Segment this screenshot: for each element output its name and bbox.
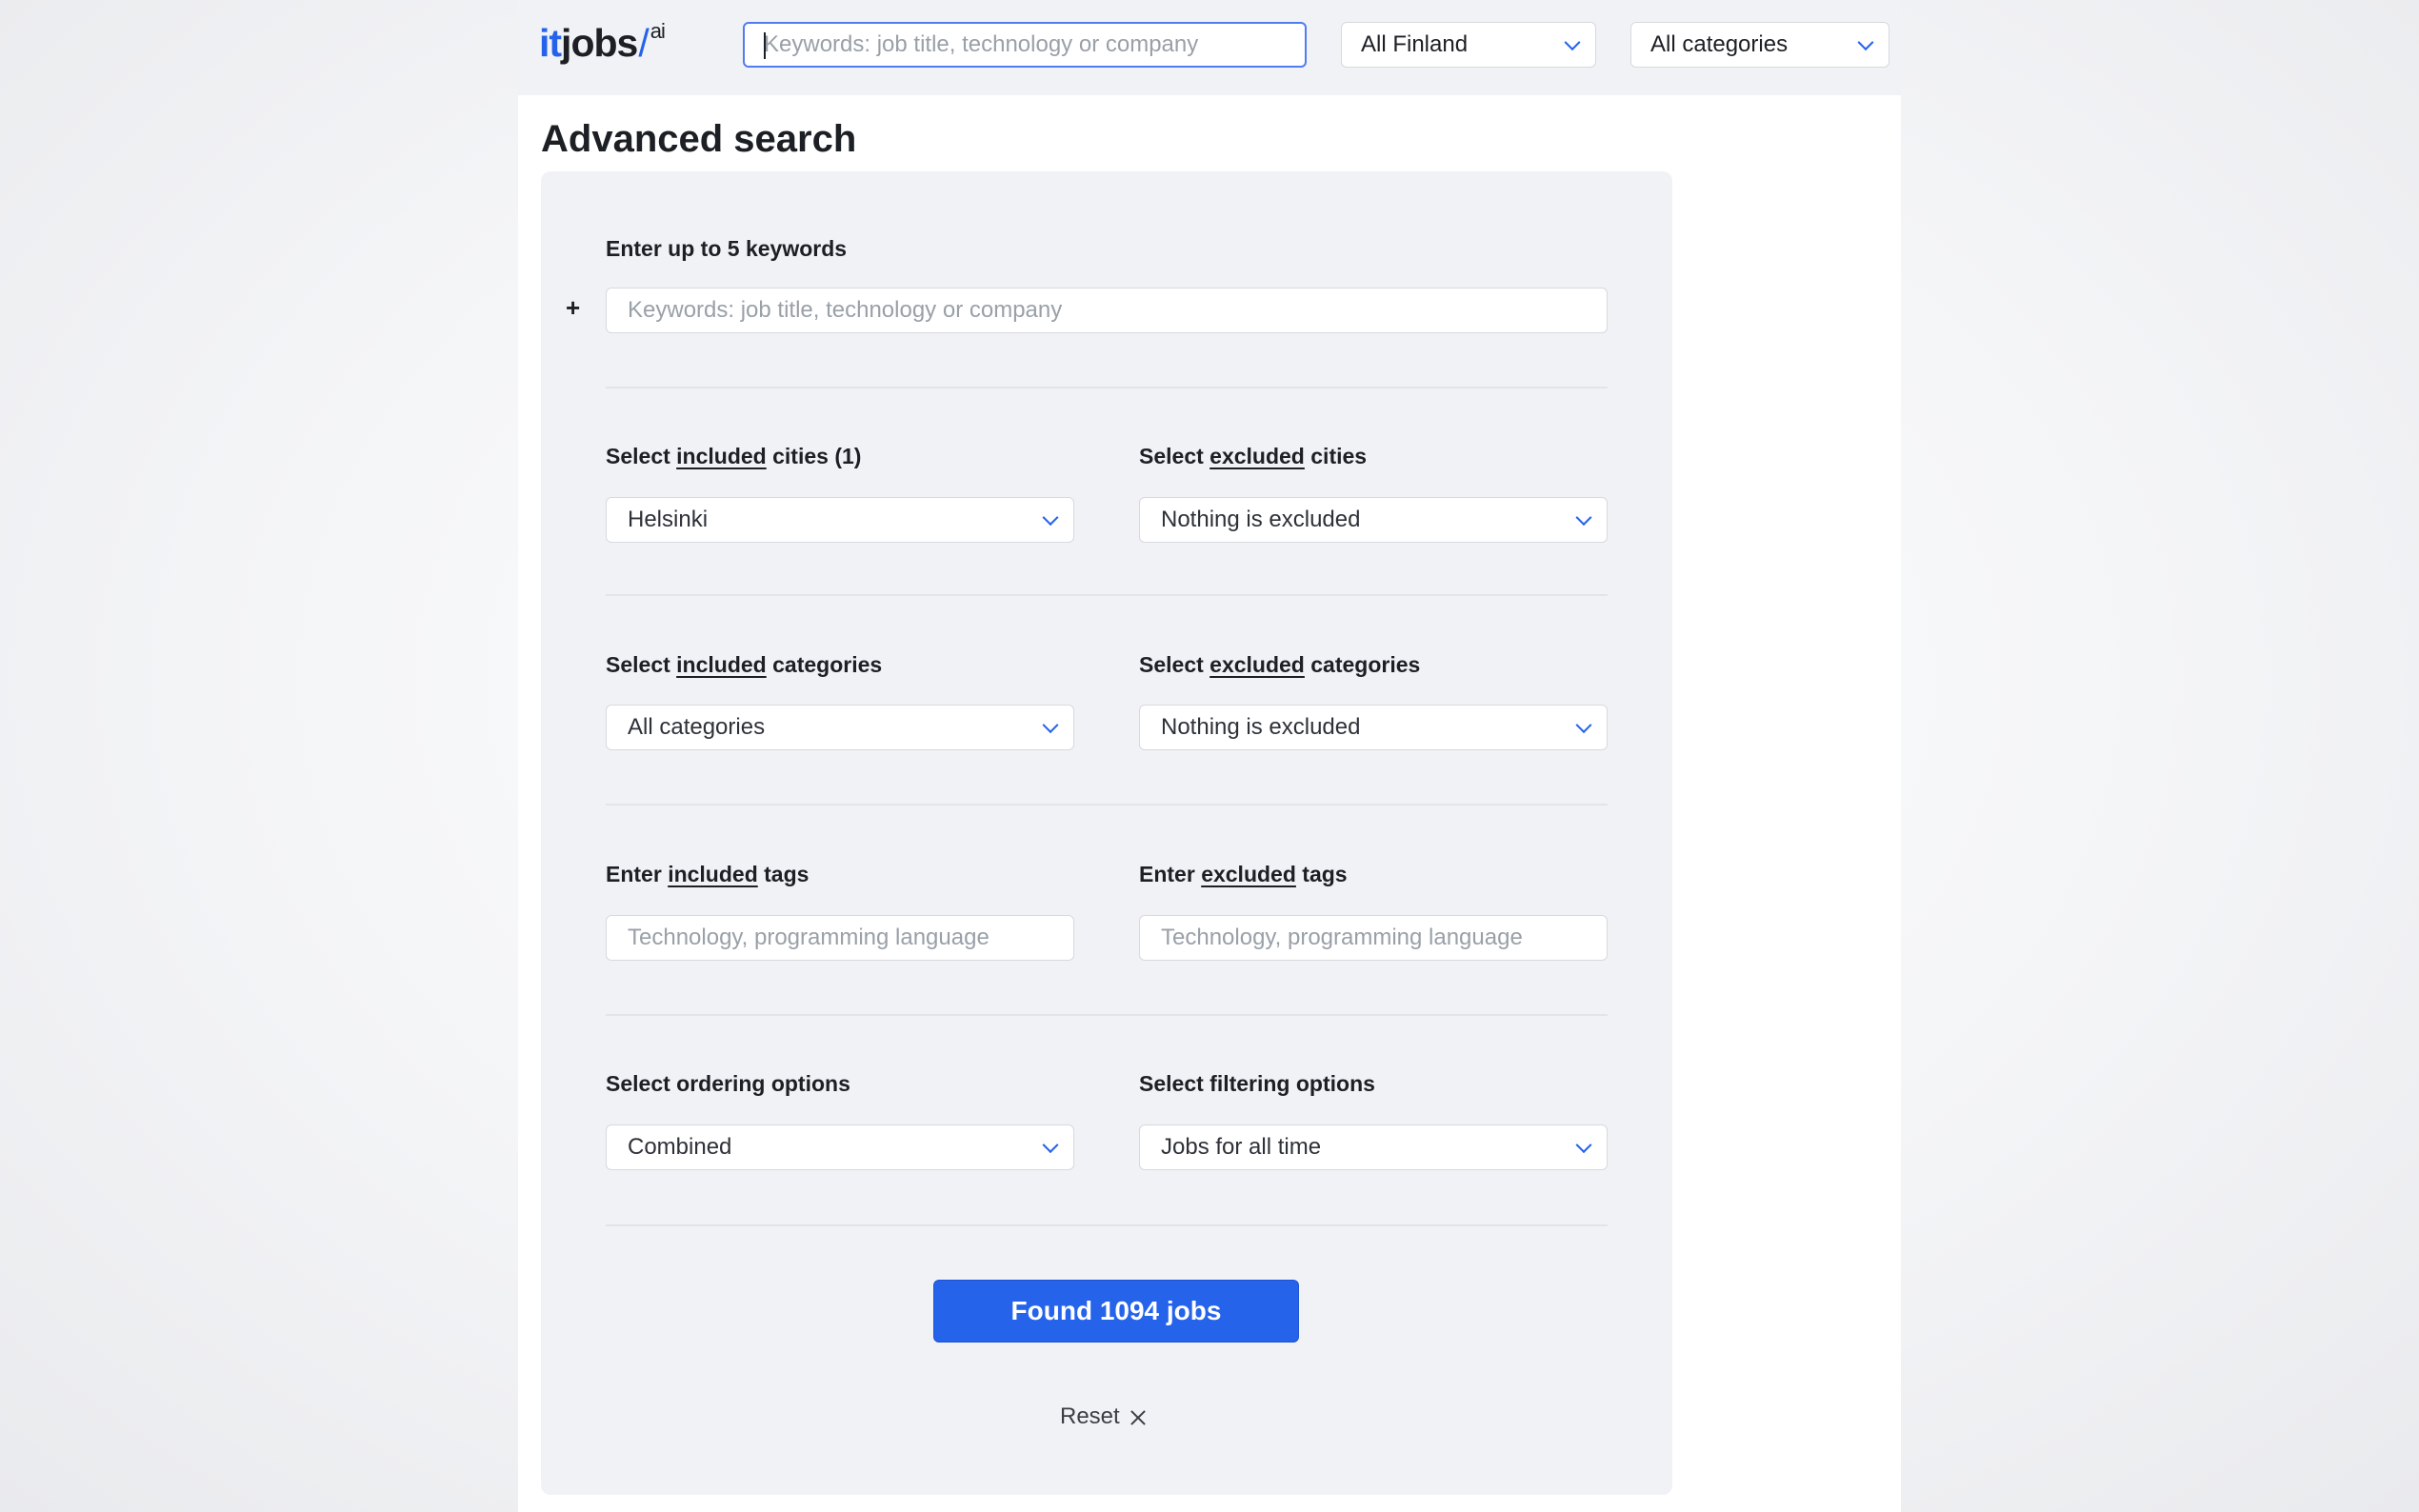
divider bbox=[606, 804, 1608, 806]
category-select-value: All categories bbox=[1650, 31, 1789, 57]
reset-label: Reset bbox=[1060, 1403, 1120, 1429]
advanced-search-panel: Enter up to 5 keywords + Keywords: job t… bbox=[541, 171, 1672, 1495]
filtering-label: Select filtering options bbox=[1139, 1071, 1375, 1096]
excluded-tags-label: Enter excluded tags bbox=[1139, 862, 1348, 886]
excluded-categories-value: Nothing is excluded bbox=[1161, 714, 1361, 740]
included-categories-label: Select included categories bbox=[606, 652, 883, 677]
divider bbox=[606, 1014, 1608, 1016]
chevron-down-icon bbox=[1042, 509, 1059, 527]
chevron-down-icon bbox=[1042, 717, 1059, 734]
ordering-select[interactable]: Combined bbox=[606, 1124, 1074, 1170]
included-categories-value: All categories bbox=[628, 714, 766, 740]
chevron-down-icon bbox=[1857, 34, 1874, 51]
add-keyword-icon[interactable]: + bbox=[566, 293, 580, 323]
close-icon bbox=[1130, 1408, 1147, 1425]
text-cursor bbox=[764, 32, 766, 59]
keywords-label: Enter up to 5 keywords bbox=[606, 236, 848, 261]
divider bbox=[606, 594, 1608, 596]
logo-slash-icon: / bbox=[638, 21, 649, 65]
location-select-value: All Finland bbox=[1361, 31, 1469, 57]
included-tags-label: Enter included tags bbox=[606, 862, 810, 886]
chevron-down-icon bbox=[1575, 509, 1592, 527]
excluded-cities-value: Nothing is excluded bbox=[1161, 507, 1361, 532]
chevron-down-icon bbox=[1564, 34, 1581, 51]
divider bbox=[606, 387, 1608, 388]
included-tags-placeholder: Technology, programming language bbox=[628, 925, 990, 950]
reset-button[interactable]: Reset bbox=[1060, 1403, 1147, 1430]
included-tags-input[interactable]: Technology, programming language bbox=[606, 915, 1074, 961]
excluded-categories-select[interactable]: Nothing is excluded bbox=[1139, 705, 1608, 750]
filtering-value: Jobs for all time bbox=[1161, 1134, 1322, 1160]
keywords-input[interactable]: Keywords: job title, technology or compa… bbox=[606, 288, 1608, 333]
top-bar: it jobs / ai All Finland All categories bbox=[518, 0, 1901, 95]
page: it jobs / ai All Finland All categories … bbox=[518, 0, 1901, 1512]
excluded-categories-label: Select excluded categories bbox=[1139, 652, 1421, 677]
header-search-input[interactable] bbox=[743, 22, 1307, 68]
ordering-value: Combined bbox=[628, 1134, 732, 1160]
site-logo[interactable]: it jobs / ai bbox=[539, 19, 666, 78]
included-categories-select[interactable]: All categories bbox=[606, 705, 1074, 750]
found-jobs-button[interactable]: Found 1094 jobs bbox=[933, 1280, 1299, 1343]
excluded-cities-select[interactable]: Nothing is excluded bbox=[1139, 497, 1608, 543]
included-cities-select[interactable]: Helsinki bbox=[606, 497, 1074, 543]
location-select[interactable]: All Finland bbox=[1341, 22, 1596, 68]
filtering-select[interactable]: Jobs for all time bbox=[1139, 1124, 1608, 1170]
chevron-down-icon bbox=[1575, 717, 1592, 734]
excluded-cities-label: Select excluded cities bbox=[1139, 444, 1368, 468]
page-title: Advanced search bbox=[541, 118, 857, 160]
ordering-label: Select ordering options bbox=[606, 1071, 850, 1096]
divider bbox=[606, 1224, 1608, 1226]
excluded-tags-input[interactable]: Technology, programming language bbox=[1139, 915, 1608, 961]
category-select[interactable]: All categories bbox=[1630, 22, 1889, 68]
included-cities-value: Helsinki bbox=[628, 507, 709, 532]
included-cities-label: Select included cities (1) bbox=[606, 444, 862, 468]
excluded-tags-placeholder: Technology, programming language bbox=[1161, 925, 1523, 950]
keywords-placeholder: Keywords: job title, technology or compa… bbox=[628, 297, 1063, 323]
chevron-down-icon bbox=[1575, 1137, 1592, 1154]
chevron-down-icon bbox=[1042, 1137, 1059, 1154]
